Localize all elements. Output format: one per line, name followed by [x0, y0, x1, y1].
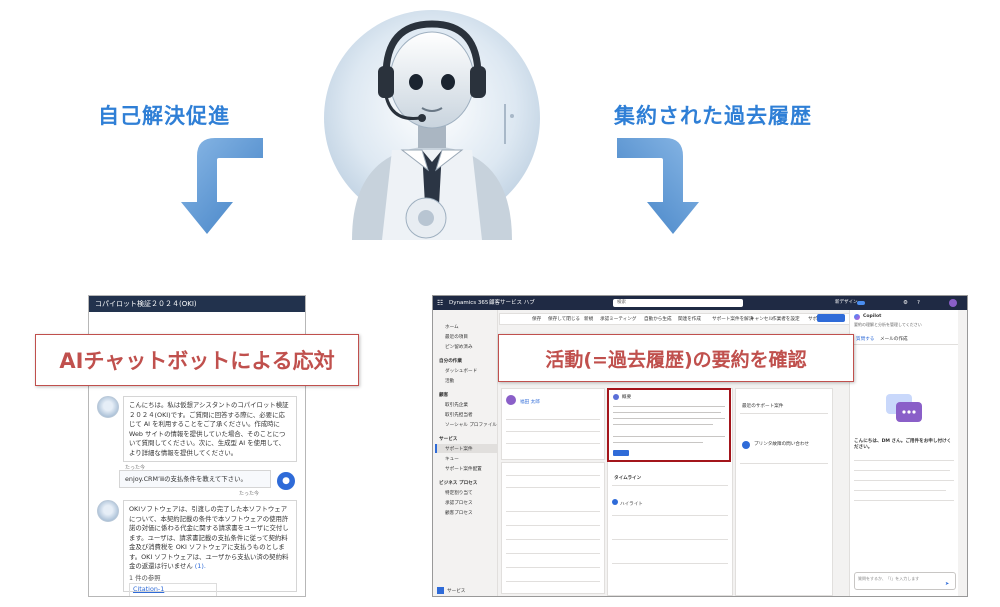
- cmd-save[interactable]: 保存: [532, 316, 541, 322]
- related-card: 最近のサポート案件 プリンタ故障の問い合わせ: [735, 388, 833, 596]
- citation-link[interactable]: Citation-1: [129, 583, 217, 596]
- activity-label: ハイライト: [620, 502, 643, 507]
- copilot-summary-box: 概要: [607, 388, 731, 462]
- customer-avatar: [506, 395, 516, 405]
- self-resolution-heading: 自己解決促進: [98, 104, 230, 128]
- new-design-label: 新デザイン: [835, 300, 858, 305]
- history-heading: 集約された過去履歴: [614, 104, 812, 128]
- dynamics-topbar: ☷ Dynamics 365 顧客サービス ハブ 検索 新デザイン ⚙ ?: [433, 296, 967, 310]
- nav-item-home[interactable]: ホーム: [445, 324, 459, 330]
- copilot-summary-button[interactable]: [613, 450, 629, 456]
- customer-name[interactable]: 福田 太郎: [520, 399, 540, 405]
- answer-text: OKIソフトウェアは、引渡しの完了した本ソフトウェアについて、本契約記載の条件で…: [129, 505, 289, 570]
- chatbot-callout: AIチャットボットによる応対: [35, 334, 359, 386]
- nav-item-dashboard[interactable]: ダッシュボード: [445, 368, 477, 374]
- copilot-greeting-text: こんにちは、DM さん。ご用件をお申し付けください。: [854, 439, 952, 450]
- user-avatar-icon: ●: [277, 472, 295, 490]
- history-callout: 活動(=過去履歴)の要約を確認: [498, 334, 854, 382]
- related-title: 最近のサポート案件: [742, 404, 784, 409]
- nav-item-pinned[interactable]: ピン留め済み: [445, 344, 473, 350]
- nav-item-contacts[interactable]: 取引先担当者: [445, 412, 473, 418]
- copilot-tab-ask[interactable]: 質問する: [856, 336, 874, 342]
- command-bar: 保存 保存して閉じる 新規 承認ミーティング 自動から生成 関連を作成 サポート…: [499, 313, 851, 325]
- cmd-resolve[interactable]: サポート案件を解決: [712, 316, 753, 322]
- area-switcher-label: サービス: [447, 589, 466, 594]
- nav-item-case-routing[interactable]: サポート案件配置: [445, 466, 482, 472]
- chatbot-title: コパイロット検証２０２４(OKI): [89, 296, 305, 312]
- copilot-input[interactable]: 質問をするか、「/」を入力します ➤: [854, 572, 956, 590]
- copilot-greeting: こんにちは、DM さん。ご用件をお申し付けください。: [854, 438, 954, 450]
- help-icon[interactable]: ?: [917, 296, 920, 310]
- copilot-chat-illustration-icon: [886, 394, 922, 422]
- cmd-save-close[interactable]: 保存して閉じる: [548, 316, 580, 322]
- app-name: Dynamics 365: [449, 300, 489, 306]
- references-label: 1 件の参照: [129, 573, 161, 582]
- copilot-input-placeholder: 質問をするか、「/」を入力します: [858, 576, 920, 581]
- area-switcher[interactable]: サービス: [435, 586, 495, 595]
- timeline-label: タイムライン: [614, 476, 642, 481]
- cmd-cancel[interactable]: キャンセル: [750, 316, 773, 322]
- nav-item-activities[interactable]: 活動: [445, 378, 454, 384]
- related-item-avatar: [742, 441, 750, 449]
- cmd-meeting[interactable]: 承認ミーティング: [600, 316, 636, 322]
- share-button[interactable]: [817, 314, 845, 322]
- cmd-new[interactable]: 新規: [584, 316, 593, 322]
- related-item[interactable]: プリンタ故障の問い合わせ: [754, 441, 809, 447]
- copilot-pane: Copilot 要約の理解と分析を管理してください 質問する メールの作成 こん…: [849, 310, 958, 596]
- send-icon[interactable]: ➤: [945, 581, 949, 587]
- bot-avatar-icon: [97, 500, 119, 522]
- cmd-set-owner[interactable]: 作業者を設定: [772, 316, 800, 322]
- activity-icon: [612, 499, 618, 505]
- search-placeholder: 検索: [617, 300, 626, 305]
- dynamics-sidebar: ホーム 最近の項目 ピン留め済み 自分の作業 ダッシュボード 活動 顧客 取引先…: [433, 310, 498, 596]
- settings-icon[interactable]: ⚙: [903, 296, 908, 310]
- nav-item-assignment[interactable]: 特定割り当て: [445, 490, 473, 496]
- customer-card: 福田 太郎: [501, 388, 605, 460]
- support-robot-illustration: [324, 10, 540, 240]
- waffle-icon[interactable]: ☷: [437, 296, 443, 310]
- copilot-title: Copilot: [863, 314, 882, 319]
- account-avatar[interactable]: [949, 299, 957, 307]
- user-message: enjoy.CRM’ⅲの支払条件を教えて下さい。: [119, 470, 271, 488]
- nav-group-service: サービス: [439, 437, 458, 442]
- area-icon: [437, 587, 444, 594]
- bot-message-answer: OKIソフトウェアは、引渡しの完了した本ソフトウェアについて、本契約記載の条件で…: [123, 500, 297, 596]
- nav-group-business: ビジネス プロセス: [439, 481, 478, 486]
- right-curved-arrow-icon: [617, 138, 699, 234]
- nav-item-cases[interactable]: サポート案件: [435, 444, 497, 453]
- global-search-input[interactable]: 検索: [613, 299, 743, 307]
- nav-item-customer-process[interactable]: 顧客プロセス: [445, 510, 473, 516]
- copilot-summary-title: 概要: [622, 395, 632, 400]
- bot-message-welcome: こんにちは。私は仮想アシスタントのコパイロット検証２０２４(OKI)です。ご質問…: [123, 396, 297, 462]
- copilot-subtitle: 要約の理解と分析を管理してください: [854, 322, 922, 327]
- message-time-user: たった今: [239, 491, 260, 497]
- nav-item-approval[interactable]: 承認プロセス: [445, 500, 473, 506]
- app-area: 顧客サービス ハブ: [489, 300, 535, 306]
- cmd-generate[interactable]: 自動から生成: [644, 316, 672, 322]
- nav-item-cases-label: サポート案件: [445, 447, 473, 452]
- case-details-card: [501, 462, 605, 594]
- citation-ref-link[interactable]: (1).: [195, 562, 206, 570]
- nav-item-social[interactable]: ソーシャル プロファイル: [445, 422, 497, 428]
- left-curved-arrow-icon: [181, 138, 263, 234]
- nav-group-mywork: 自分の作業: [439, 359, 462, 364]
- nav-item-recent[interactable]: 最近の項目: [445, 334, 468, 340]
- copilot-tab-email[interactable]: メールの作成: [880, 336, 908, 342]
- copilot-icon: [854, 314, 860, 320]
- nav-item-accounts[interactable]: 取引先企業: [445, 402, 468, 408]
- new-design-toggle[interactable]: [857, 301, 865, 305]
- bot-avatar-icon: [97, 396, 119, 418]
- nav-item-queues[interactable]: キュー: [445, 456, 459, 462]
- cmd-relate[interactable]: 関連を作成: [678, 316, 701, 322]
- copilot-summary-icon: [613, 394, 619, 400]
- nav-group-customers: 顧客: [439, 393, 449, 398]
